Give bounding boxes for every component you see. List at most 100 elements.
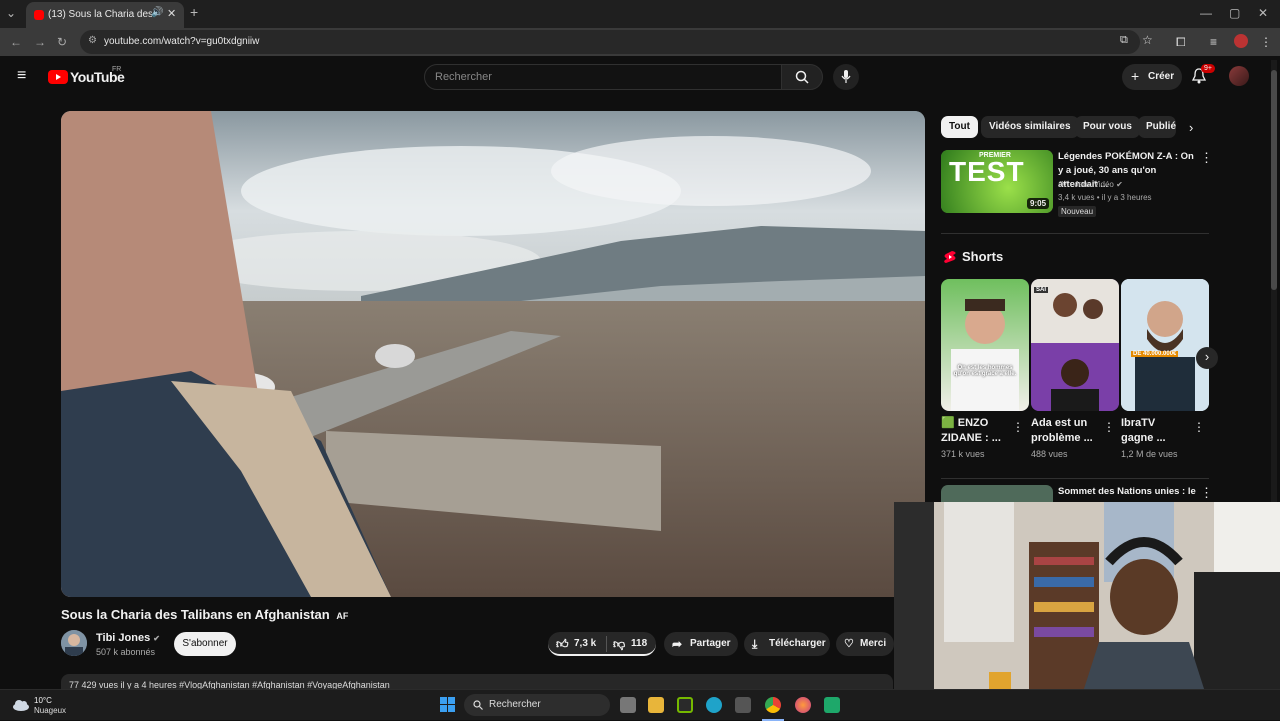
chrome-icon[interactable] <box>765 697 781 713</box>
extensions-icon[interactable]: ⧠ <box>1176 35 1186 50</box>
app-icon[interactable] <box>824 697 840 713</box>
scrollbar-thumb[interactable] <box>1271 70 1277 290</box>
download-button[interactable]: ⤓ Télécharger <box>744 632 830 656</box>
search-button[interactable] <box>781 64 823 90</box>
weather-desc: Nuageux <box>34 706 67 715</box>
file-explorer-icon[interactable] <box>648 697 664 713</box>
cast-icon[interactable]: ⧉ <box>1120 34 1128 47</box>
search-icon <box>473 700 483 710</box>
account-avatar[interactable] <box>1229 66 1249 86</box>
dislike-count: 118 <box>631 638 648 649</box>
url-text: youtube.com/watch?v=gu0txdgniiw <box>104 36 260 47</box>
new-tab-icon[interactable]: + <box>190 4 198 20</box>
reload-icon[interactable]: ↻ <box>57 35 67 49</box>
shorts-next-button[interactable]: › <box>1196 347 1218 369</box>
short-1-image <box>951 299 1019 411</box>
chevron-right-icon: › <box>1204 349 1210 364</box>
bookmark-star-icon[interactable]: ☆ <box>1142 33 1153 47</box>
rec-channel[interactable]: JV - Jeux Vidéo ✔ <box>1058 180 1123 189</box>
notifications-button[interactable]: 9+ <box>1191 64 1215 86</box>
channel-avatar[interactable] <box>61 630 87 656</box>
youtube-logo[interactable]: YouTube FR <box>48 66 138 88</box>
task-view-icon[interactable] <box>620 697 636 713</box>
create-button[interactable]: + Créer <box>1122 64 1182 90</box>
verified-icon: ✔ <box>1116 180 1123 189</box>
short-2-views: 488 vues <box>1031 449 1068 459</box>
short-1-title[interactable]: 🟩 ENZO ZIDANE : ... <box>941 416 1003 446</box>
forward-icon[interactable]: → <box>34 35 46 49</box>
short-thumbnail-2[interactable]: SAI <box>1031 279 1119 411</box>
subscriber-count: 507 k abonnés <box>96 647 156 657</box>
divider <box>941 233 1209 234</box>
share-button[interactable]: ➦ Partager <box>664 632 738 656</box>
search-input[interactable]: Rechercher <box>424 64 782 90</box>
like-count: 7,3 k <box>574 638 597 649</box>
taskbar-search[interactable]: Rechercher <box>464 694 610 716</box>
short-3-caption: DE 40.000.000€ <box>1131 351 1179 357</box>
chrome-menu-icon[interactable]: ⋮ <box>1260 35 1272 49</box>
subscribe-button[interactable]: S'abonner <box>174 632 236 656</box>
shorts-heading: Shorts <box>962 249 1004 264</box>
download-label: Télécharger <box>769 638 826 649</box>
shorts-icon <box>944 251 956 263</box>
duration-badge: 9:05 <box>1027 198 1050 209</box>
divider <box>941 478 1209 479</box>
taskbar-search-label: Rechercher <box>489 699 541 710</box>
chips-next-chevron-icon[interactable]: › <box>1189 120 1193 135</box>
chip-all[interactable]: Tout <box>941 116 978 138</box>
youtube-play-logo-icon <box>48 70 68 84</box>
rec-thumbnail[interactable]: PREMIER TEST 9:05 <box>941 150 1053 213</box>
webcam-overlay <box>894 502 1280 720</box>
media-control-icon[interactable]: ≡ <box>1210 35 1217 49</box>
nvidia-icon[interactable] <box>677 697 693 713</box>
channel-name[interactable]: Tibi Jones ✔ <box>96 632 160 644</box>
short-2-title[interactable]: Ada est un problème ... <box>1031 416 1103 446</box>
search-placeholder: Rechercher <box>435 71 492 83</box>
rec-more-icon[interactable]: ⋮ <box>1200 150 1213 166</box>
site-info-icon[interactable]: ⚙ <box>88 35 97 46</box>
rec-2-more-icon[interactable]: ⋮ <box>1200 485 1213 501</box>
chip-similar[interactable]: Vidéos similaires <box>981 116 1079 138</box>
windows-start-icon[interactable] <box>440 697 456 713</box>
rec-2-thumbnail[interactable] <box>941 485 1053 502</box>
firefox-icon[interactable] <box>795 697 811 713</box>
close-tab-icon[interactable]: ✕ <box>167 7 176 20</box>
short-3-title[interactable]: IbraTV gagne ... <box>1121 416 1181 446</box>
edge-icon[interactable] <box>706 697 722 713</box>
video-player[interactable] <box>61 111 925 597</box>
chip-for-you[interactable]: Pour vous <box>1075 116 1140 138</box>
new-badge: Nouveau <box>1058 206 1097 217</box>
tab-search-chevron-icon[interactable]: ⌄ <box>6 6 16 20</box>
like-button[interactable]: 👍︎ 7,3 k <box>548 632 606 656</box>
rec-meta: 3,4 k vues • il y a 3 heures <box>1058 193 1152 202</box>
dislike-button[interactable]: 👎︎ 118 <box>607 632 656 656</box>
short-3-more-icon[interactable]: ⋮ <box>1193 420 1205 434</box>
rec-2-title[interactable]: Sommet des Nations unies : le <box>1058 486 1198 497</box>
thumbs-down-icon: 👎︎ <box>613 637 626 651</box>
maximize-icon[interactable]: ▢ <box>1229 6 1240 20</box>
browser-toolbar: ← → ↻ ⚙ youtube.com/watch?v=gu0txdgniiw … <box>0 28 1280 56</box>
browser-tab-bar: ⌄ (13) Sous la Charia des Talibans en Af… <box>0 0 1280 28</box>
thanks-button[interactable]: ♡ Merci <box>836 632 894 656</box>
close-window-icon[interactable]: ✕ <box>1258 6 1268 20</box>
store-icon[interactable] <box>735 697 751 713</box>
chip-published[interactable]: Publiée <box>1138 116 1176 138</box>
short-thumbnail-1[interactable]: On est les hommes qu'on est grâce à elle… <box>941 279 1029 411</box>
voice-search-button[interactable] <box>833 64 859 90</box>
short-thumbnail-3[interactable]: DE 40.000.000€ <box>1121 279 1209 411</box>
short-2-caption: SAI <box>1034 287 1049 293</box>
minimize-icon[interactable]: — <box>1200 6 1212 20</box>
windows-taskbar: 10°C Nuageux Rechercher <box>0 689 1280 721</box>
short-1-more-icon[interactable]: ⋮ <box>1012 420 1024 434</box>
browser-tab[interactable]: (13) Sous la Charia des Talibans en Afgh… <box>26 2 184 28</box>
short-2-image <box>1031 279 1119 411</box>
profile-avatar[interactable] <box>1234 34 1248 48</box>
weather-widget[interactable]: 10°C Nuageux <box>8 693 88 717</box>
audio-playing-icon[interactable]: 🔊 <box>151 7 163 18</box>
address-bar[interactable]: ⚙ youtube.com/watch?v=gu0txdgniiw ⧉ ☆ <box>80 30 1153 54</box>
short-2-more-icon[interactable]: ⋮ <box>1103 420 1115 434</box>
notification-badge: 9+ <box>1201 64 1215 73</box>
back-icon[interactable]: ← <box>10 35 22 49</box>
microphone-icon <box>841 70 851 83</box>
hamburger-menu-icon[interactable]: ≡ <box>17 67 26 85</box>
